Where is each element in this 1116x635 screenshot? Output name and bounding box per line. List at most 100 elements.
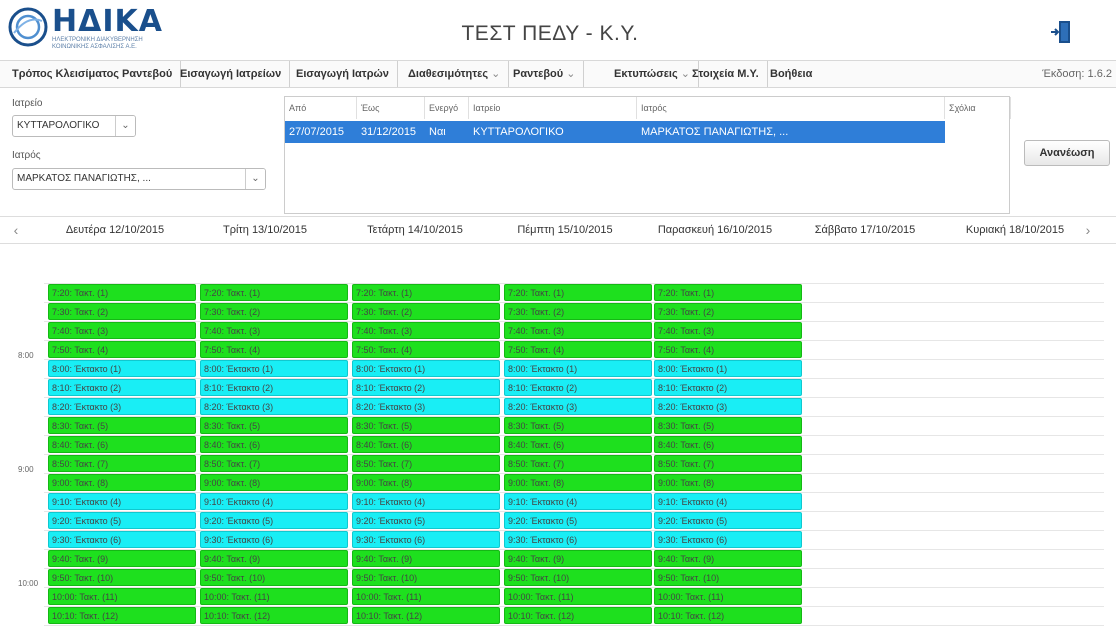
menu-item[interactable]: Στοιχεία Μ.Υ. [684, 61, 768, 87]
appointment-slot-extra[interactable]: 9:20: Έκτακτο (5) [504, 512, 652, 529]
appointment-slot-extra[interactable]: 9:30: Έκτακτο (6) [200, 531, 348, 548]
appointment-slot-regular[interactable]: 7:40: Τακτ. (3) [504, 322, 652, 339]
menu-item[interactable]: Ραντεβού ⌄ [505, 61, 585, 87]
appointment-slot-regular[interactable]: 8:40: Τακτ. (6) [48, 436, 196, 453]
menu-item[interactable]: Βοήθεια [762, 61, 820, 87]
appointment-slot-regular[interactable]: 7:50: Τακτ. (4) [200, 341, 348, 358]
appointment-slot-extra[interactable]: 8:00: Έκτακτο (1) [200, 360, 348, 377]
appointment-slot-extra[interactable]: 8:20: Έκτακτο (3) [352, 398, 500, 415]
chevron-right-icon[interactable]: › [1074, 217, 1102, 243]
menu-item[interactable]: Εισαγωγή Ιατρείων [172, 61, 291, 87]
appointment-slot-regular[interactable]: 8:40: Τακτ. (6) [654, 436, 802, 453]
appointment-slot-regular[interactable]: 9:50: Τακτ. (10) [352, 569, 500, 586]
appointment-slot-extra[interactable]: 8:00: Έκτακτο (1) [504, 360, 652, 377]
appointment-slot-regular[interactable]: 7:40: Τακτ. (3) [48, 322, 196, 339]
menu-item[interactable]: Διαθεσιμότητες ⌄ [400, 61, 510, 87]
appointment-slot-regular[interactable]: 7:30: Τακτ. (2) [200, 303, 348, 320]
menu-item[interactable]: Εισαγωγή Ιατρών [288, 61, 398, 87]
appointment-slot-regular[interactable]: 10:00: Τακτ. (11) [200, 588, 348, 605]
appointment-slot-regular[interactable]: 9:00: Τακτ. (8) [654, 474, 802, 491]
appointment-slot-regular[interactable]: 7:40: Τακτ. (3) [654, 322, 802, 339]
appointment-slot-extra[interactable]: 9:30: Έκτακτο (6) [504, 531, 652, 548]
schedule-column-header[interactable]: Ιατρείο [469, 97, 637, 119]
appointment-slot-regular[interactable]: 9:50: Τακτ. (10) [654, 569, 802, 586]
appointment-slot-regular[interactable]: 8:30: Τακτ. (5) [200, 417, 348, 434]
appointment-slot-extra[interactable]: 8:20: Έκτακτο (3) [48, 398, 196, 415]
appointment-slot-regular[interactable]: 10:00: Τακτ. (11) [352, 588, 500, 605]
appointment-slot-regular[interactable]: 10:00: Τακτ. (11) [504, 588, 652, 605]
appointment-slot-regular[interactable]: 10:10: Τακτ. (12) [654, 607, 802, 624]
appointment-slot-extra[interactable]: 9:10: Έκτακτο (4) [200, 493, 348, 510]
appointment-slot-extra[interactable]: 8:10: Έκτακτο (2) [200, 379, 348, 396]
appointment-slot-extra[interactable]: 9:10: Έκτακτο (4) [654, 493, 802, 510]
appointment-slot-regular[interactable]: 7:20: Τακτ. (1) [352, 284, 500, 301]
appointment-slot-regular[interactable]: 7:30: Τακτ. (2) [352, 303, 500, 320]
appointment-slot-regular[interactable]: 10:10: Τακτ. (12) [352, 607, 500, 624]
appointment-slot-regular[interactable]: 8:30: Τακτ. (5) [504, 417, 652, 434]
appointment-slot-regular[interactable]: 7:40: Τακτ. (3) [352, 322, 500, 339]
appointment-slot-extra[interactable]: 8:20: Έκτακτο (3) [504, 398, 652, 415]
appointment-slot-regular[interactable]: 10:10: Τακτ. (12) [200, 607, 348, 624]
appointment-slot-regular[interactable]: 10:10: Τακτ. (12) [504, 607, 652, 624]
appointment-slot-regular[interactable]: 8:50: Τακτ. (7) [48, 455, 196, 472]
schedule-row[interactable]: 27/07/2015 31/12/2015 Ναι ΚΥΤΤΑΡΟΛΟΓΙΚΟ … [285, 121, 945, 143]
appointment-slot-extra[interactable]: 9:30: Έκτακτο (6) [654, 531, 802, 548]
appointment-slot-regular[interactable]: 8:30: Τακτ. (5) [654, 417, 802, 434]
appointment-slot-regular[interactable]: 10:00: Τακτ. (11) [48, 588, 196, 605]
logout-button[interactable] [1050, 20, 1072, 44]
appointment-slot-regular[interactable]: 8:40: Τακτ. (6) [200, 436, 348, 453]
appointment-slot-regular[interactable]: 9:00: Τακτ. (8) [504, 474, 652, 491]
appointment-slot-extra[interactable]: 9:10: Έκτακτο (4) [48, 493, 196, 510]
appointment-slot-extra[interactable]: 9:20: Έκτακτο (5) [200, 512, 348, 529]
appointment-slot-extra[interactable]: 9:10: Έκτακτο (4) [352, 493, 500, 510]
clinic-select[interactable]: ΚΥΤΤΑΡΟΛΟΓΙΚΟ ⌄ [12, 115, 136, 137]
appointment-slot-regular[interactable]: 8:30: Τακτ. (5) [352, 417, 500, 434]
appointment-slot-regular[interactable]: 9:50: Τακτ. (10) [200, 569, 348, 586]
appointment-slot-regular[interactable]: 7:20: Τακτ. (1) [48, 284, 196, 301]
appointment-slot-regular[interactable]: 7:30: Τακτ. (2) [504, 303, 652, 320]
chevron-left-icon[interactable]: ‹ [2, 217, 30, 243]
appointment-slot-regular[interactable]: 7:20: Τακτ. (1) [504, 284, 652, 301]
appointment-slot-extra[interactable]: 9:20: Έκτακτο (5) [352, 512, 500, 529]
schedule-column-header[interactable]: Ενεργό [425, 97, 469, 119]
appointment-slot-regular[interactable]: 7:50: Τακτ. (4) [48, 341, 196, 358]
refresh-button[interactable]: Ανανέωση [1024, 140, 1110, 166]
appointment-slot-regular[interactable]: 7:50: Τακτ. (4) [352, 341, 500, 358]
appointment-slot-regular[interactable]: 8:50: Τακτ. (7) [200, 455, 348, 472]
appointment-slot-regular[interactable]: 9:50: Τακτ. (10) [48, 569, 196, 586]
appointment-slot-extra[interactable]: 8:00: Έκτακτο (1) [654, 360, 802, 377]
schedule-column-header[interactable]: Ιατρός [637, 97, 945, 119]
appointment-slot-regular[interactable]: 9:40: Τακτ. (9) [504, 550, 652, 567]
schedule-column-header[interactable]: Από [285, 97, 357, 119]
appointment-slot-regular[interactable]: 8:50: Τακτ. (7) [654, 455, 802, 472]
appointment-slot-regular[interactable]: 7:50: Τακτ. (4) [654, 341, 802, 358]
appointment-slot-regular[interactable]: 7:20: Τακτ. (1) [654, 284, 802, 301]
menu-item[interactable]: Τρόπος Κλεισίματος Ραντεβού [4, 61, 182, 87]
appointment-slot-extra[interactable]: 8:20: Έκτακτο (3) [200, 398, 348, 415]
appointment-slot-regular[interactable]: 8:50: Τακτ. (7) [504, 455, 652, 472]
appointment-slot-extra[interactable]: 8:00: Έκτακτο (1) [48, 360, 196, 377]
appointment-slot-extra[interactable]: 9:30: Έκτακτο (6) [48, 531, 196, 548]
appointment-slot-extra[interactable]: 8:00: Έκτακτο (1) [352, 360, 500, 377]
schedule-column-header[interactable]: Έως [357, 97, 425, 119]
appointment-slot-extra[interactable]: 8:20: Έκτακτο (3) [654, 398, 802, 415]
appointment-slot-regular[interactable]: 7:50: Τακτ. (4) [504, 341, 652, 358]
appointment-slot-regular[interactable]: 9:00: Τακτ. (8) [200, 474, 348, 491]
appointment-slot-extra[interactable]: 8:10: Έκτακτο (2) [504, 379, 652, 396]
appointment-slot-regular[interactable]: 10:10: Τακτ. (12) [48, 607, 196, 624]
appointment-slot-regular[interactable]: 8:40: Τακτ. (6) [352, 436, 500, 453]
appointment-slot-extra[interactable]: 9:20: Έκτακτο (5) [654, 512, 802, 529]
appointment-slot-regular[interactable]: 9:40: Τακτ. (9) [352, 550, 500, 567]
appointment-slot-extra[interactable]: 9:10: Έκτακτο (4) [504, 493, 652, 510]
appointment-slot-extra[interactable]: 8:10: Έκτακτο (2) [48, 379, 196, 396]
appointment-slot-regular[interactable]: 7:30: Τακτ. (2) [654, 303, 802, 320]
appointment-slot-regular[interactable]: 9:40: Τακτ. (9) [200, 550, 348, 567]
appointment-slot-regular[interactable]: 8:30: Τακτ. (5) [48, 417, 196, 434]
appointment-slot-regular[interactable]: 9:00: Τακτ. (8) [48, 474, 196, 491]
appointment-slot-regular[interactable]: 8:40: Τακτ. (6) [504, 436, 652, 453]
appointment-slot-regular[interactable]: 7:20: Τακτ. (1) [200, 284, 348, 301]
appointment-slot-regular[interactable]: 9:00: Τακτ. (8) [352, 474, 500, 491]
schedule-column-header[interactable]: Σχόλια [945, 97, 1011, 119]
appointment-slot-regular[interactable]: 9:40: Τακτ. (9) [654, 550, 802, 567]
appointment-slot-extra[interactable]: 9:30: Έκτακτο (6) [352, 531, 500, 548]
